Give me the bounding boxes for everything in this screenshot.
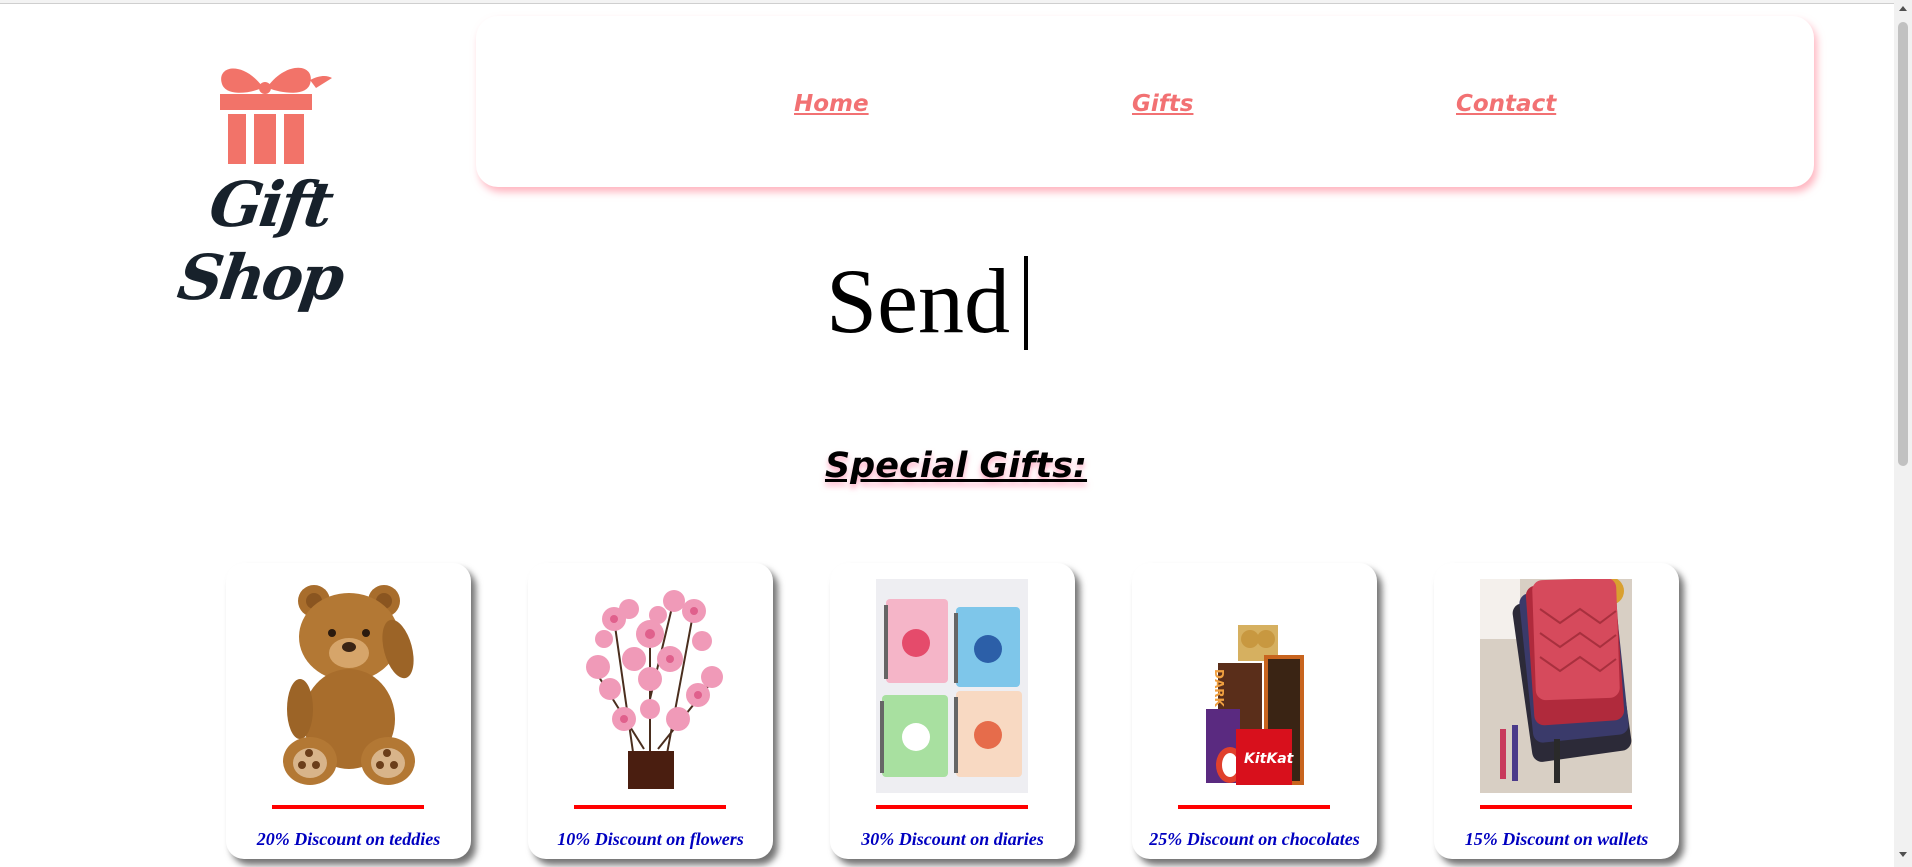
section-title: Special Gifts: xyxy=(824,446,1088,486)
scroll-up-arrow-icon[interactable] xyxy=(1899,6,1907,11)
card-caption[interactable]: 10% Discount on flowers xyxy=(528,829,773,850)
gift-box-icon xyxy=(220,67,332,164)
card-divider xyxy=(272,805,424,809)
typing-cursor xyxy=(1024,256,1028,350)
card-caption[interactable]: 25% Discount on chocolates xyxy=(1132,829,1377,850)
diaries-image xyxy=(876,579,1028,793)
gift-card-diaries[interactable]: 30% Discount on diaries xyxy=(830,563,1075,859)
scroll-down-arrow-icon[interactable] xyxy=(1899,852,1907,857)
gift-card-wallets[interactable]: 15% Discount on wallets xyxy=(1434,563,1679,859)
site-logo[interactable]: Gift Shop xyxy=(150,58,380,314)
svg-text:KitKat: KitKat xyxy=(1244,751,1295,767)
card-caption[interactable]: 20% Discount on teddies xyxy=(226,829,471,850)
flower-vase-image xyxy=(574,579,726,793)
card-divider xyxy=(1480,805,1632,809)
logo-text: Gift Shop xyxy=(173,168,347,314)
scroll-thumb[interactable] xyxy=(1898,22,1908,466)
card-caption[interactable]: 15% Discount on wallets xyxy=(1434,829,1679,850)
card-divider xyxy=(876,805,1028,809)
wallets-image xyxy=(1480,579,1632,793)
main-nav: Home Gifts Contact xyxy=(476,16,1814,187)
gift-card-flowers[interactable]: 10% Discount on flowers xyxy=(528,563,773,859)
browser-top-edge xyxy=(0,0,1894,4)
chocolates-image: KitKat DARK xyxy=(1178,579,1330,793)
gift-card-chocolates[interactable]: KitKat DARK 25% Discount on chocolates xyxy=(1132,563,1377,859)
teddy-bear-image xyxy=(272,579,424,793)
card-divider xyxy=(574,805,726,809)
card-divider xyxy=(1178,805,1330,809)
nav-link-contact[interactable]: Contact xyxy=(1456,91,1556,117)
card-caption[interactable]: 30% Discount on diaries xyxy=(830,829,1075,850)
nav-link-gifts[interactable]: Gifts xyxy=(1132,91,1193,117)
page-scrollbar[interactable] xyxy=(1894,0,1912,867)
hero-typing-text: Send xyxy=(826,248,1028,354)
svg-text:DARK: DARK xyxy=(1212,669,1226,707)
gift-card-teddies[interactable]: 20% Discount on teddies xyxy=(226,563,471,859)
hero-text: Send xyxy=(826,250,1010,352)
nav-link-home[interactable]: Home xyxy=(794,91,869,117)
